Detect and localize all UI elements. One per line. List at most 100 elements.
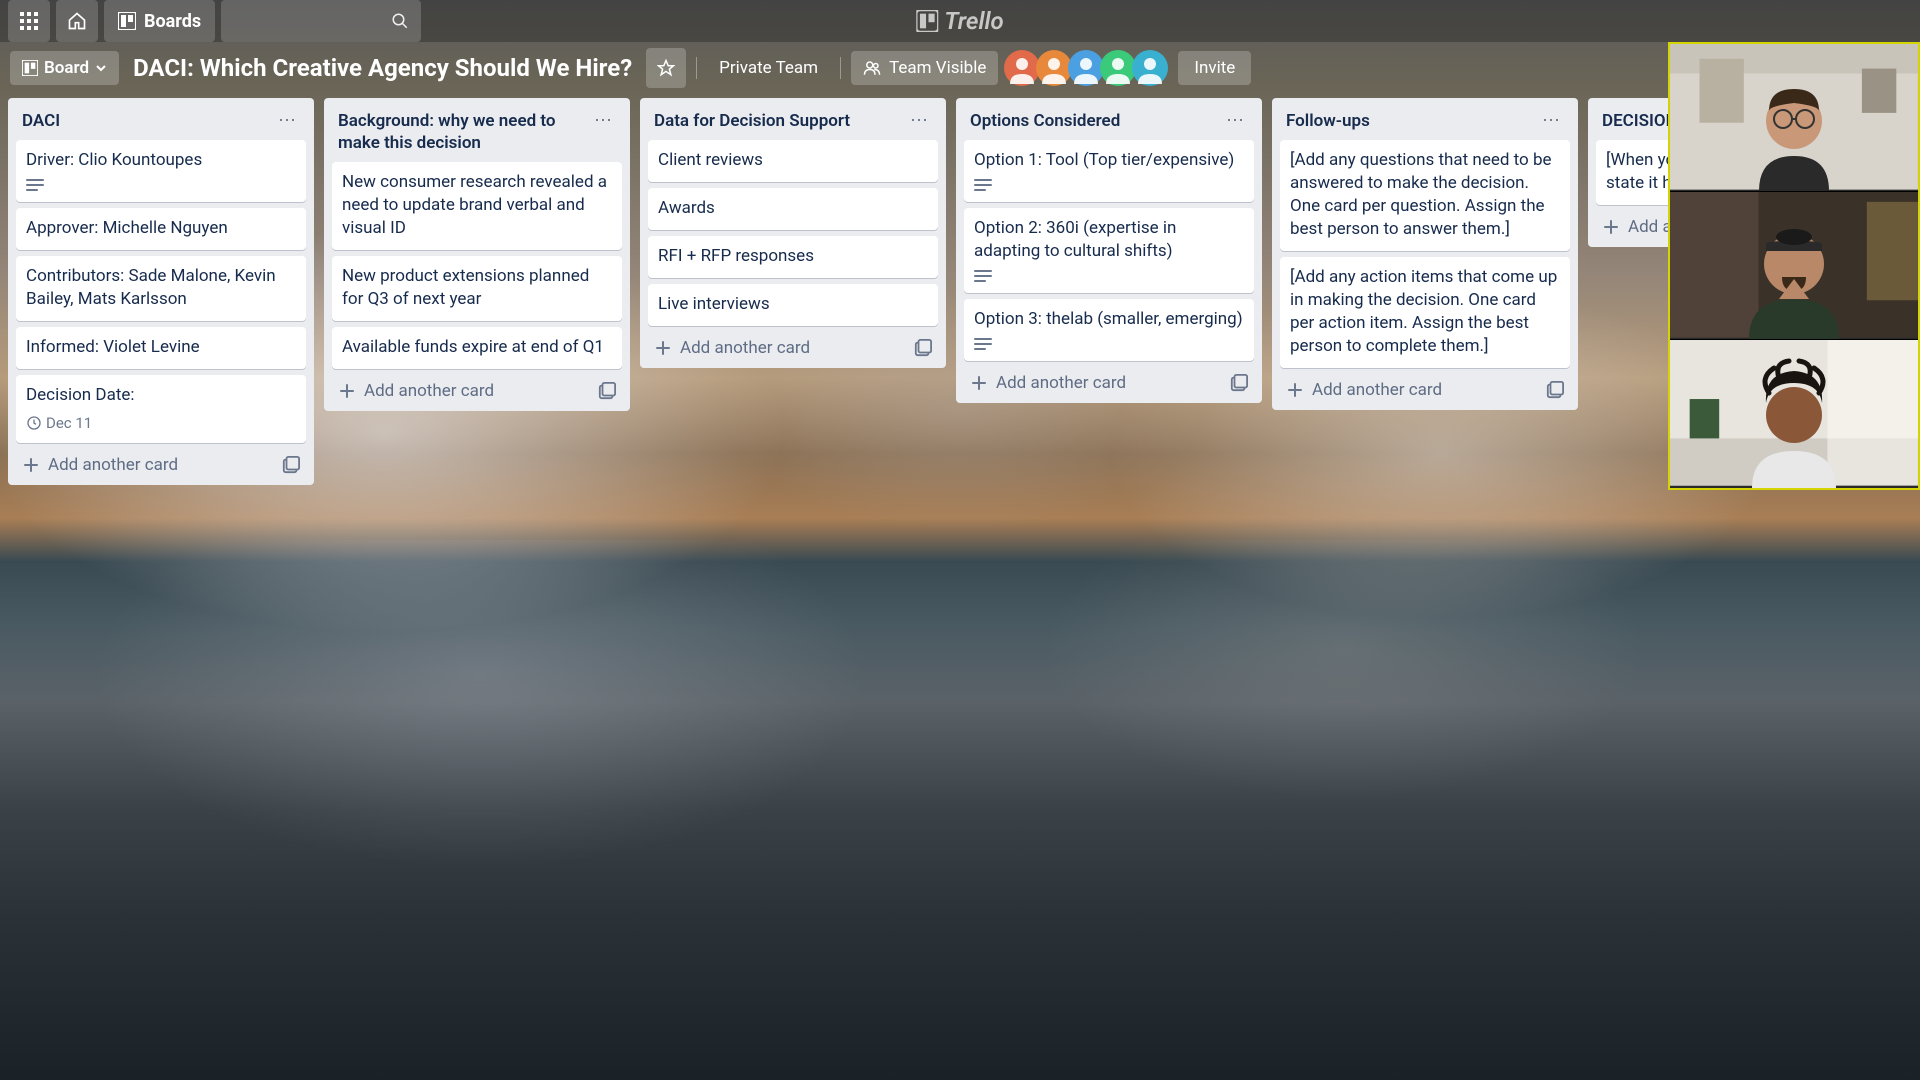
card[interactable]: Decision Date: Dec 11	[16, 375, 306, 443]
list-menu-button[interactable]: ⋯	[906, 110, 932, 132]
card-template-button[interactable]	[282, 456, 300, 474]
home-icon	[67, 11, 87, 31]
board-members[interactable]	[1008, 50, 1168, 86]
list: DACI ⋯ Driver: Clio Kountoupes Approver: Mi…	[8, 98, 314, 485]
list-menu-button[interactable]: ⋯	[590, 110, 616, 132]
card[interactable]: Option 3: thelab (smaller, emerging)	[964, 299, 1254, 361]
description-icon	[974, 178, 992, 192]
list-title[interactable]: Options Considered	[970, 110, 1120, 132]
card-text: [Add any action items that come up in ma…	[1290, 266, 1560, 358]
board-view-switcher[interactable]: Board	[10, 51, 119, 85]
video-tile[interactable]	[1670, 340, 1918, 488]
topbar: Boards Trello	[0, 0, 1920, 42]
list-title[interactable]: DECISION	[1602, 110, 1678, 132]
card-text: New consumer research revealed a need to…	[342, 171, 612, 240]
board-title[interactable]: DACI: Which Creative Agency Should We Hi…	[129, 54, 636, 82]
card[interactable]: Awards	[648, 188, 938, 230]
grid-icon	[20, 12, 38, 30]
list-title[interactable]: Data for Decision Support	[654, 110, 850, 132]
board-icon	[22, 60, 38, 76]
lists-container: DACI ⋯ Driver: Clio Kountoupes Approver: Mi…	[0, 94, 1920, 489]
list-menu-button[interactable]: ⋯	[274, 110, 300, 132]
avatar[interactable]	[1100, 50, 1136, 86]
card-text: Contributors: Sade Malone, Kevin Bailey,…	[26, 265, 296, 311]
list-menu-button[interactable]: ⋯	[1538, 110, 1564, 132]
list: Follow-ups ⋯ [Add any questions that need …	[1272, 98, 1578, 410]
divider	[840, 57, 841, 79]
list: Data for Decision Support ⋯ Client reviews…	[640, 98, 946, 368]
due-date-badge: Dec 11	[26, 413, 92, 433]
list-menu-button[interactable]: ⋯	[1222, 110, 1248, 132]
card[interactable]: [Add any action items that come up in ma…	[1280, 257, 1570, 368]
card-text: Approver: Michelle Nguyen	[26, 217, 296, 240]
card[interactable]: Live interviews	[648, 284, 938, 326]
add-card-button[interactable]: Add another card	[654, 338, 810, 358]
card-text: Awards	[658, 197, 928, 220]
card-template-button[interactable]	[1230, 374, 1248, 392]
participant	[1724, 353, 1864, 488]
card[interactable]: RFI + RFP responses	[648, 236, 938, 278]
privacy-label[interactable]: Private Team	[707, 51, 830, 85]
card-template-button[interactable]	[914, 339, 932, 357]
search-input[interactable]	[221, 0, 421, 42]
board-header: Board DACI: Which Creative Agency Should…	[0, 42, 1920, 94]
star-button[interactable]	[646, 48, 686, 88]
card[interactable]: New product extensions planned for Q3 of…	[332, 256, 622, 321]
avatar[interactable]	[1068, 50, 1104, 86]
chevron-down-icon	[95, 62, 107, 74]
card-text: Informed: Violet Levine	[26, 336, 296, 359]
description-icon	[974, 269, 992, 283]
add-card-button[interactable]: Add another card	[22, 455, 178, 475]
avatar[interactable]	[1132, 50, 1168, 86]
card-text: Option 2: 360i (expertise in adapting to…	[974, 217, 1244, 263]
card-text: Option 3: thelab (smaller, emerging)	[974, 308, 1244, 331]
add-card-button[interactable]: Add another card	[1286, 380, 1442, 400]
add-card-button[interactable]: Add another card	[338, 381, 494, 401]
card-text: Option 1: Tool (Top tier/expensive)	[974, 149, 1244, 172]
card[interactable]: Available funds expire at end of Q1	[332, 327, 622, 369]
card-text: New product extensions planned for Q3 of…	[342, 265, 612, 311]
trello-logo-icon	[916, 10, 938, 32]
avatar[interactable]	[1004, 50, 1040, 86]
list: Background: why we need to make this dec…	[324, 98, 630, 411]
card[interactable]: Approver: Michelle Nguyen	[16, 208, 306, 250]
star-icon	[657, 59, 675, 77]
card-template-button[interactable]	[1546, 381, 1564, 399]
card[interactable]: Option 2: 360i (expertise in adapting to…	[964, 208, 1254, 293]
card-text: RFI + RFP responses	[658, 245, 928, 268]
card[interactable]: Client reviews	[648, 140, 938, 182]
card[interactable]: Informed: Violet Levine	[16, 327, 306, 369]
card-text: Driver: Clio Kountoupes	[26, 149, 296, 172]
card-text: Decision Date:	[26, 384, 296, 407]
list-title[interactable]: Follow-ups	[1286, 110, 1370, 132]
apps-menu-button[interactable]	[8, 0, 50, 42]
description-icon	[974, 337, 992, 351]
visibility-button[interactable]: Team Visible	[851, 51, 998, 85]
card-text: [Add any questions that need to be answe…	[1290, 149, 1560, 241]
video-tile[interactable]	[1670, 44, 1918, 192]
boards-label: Boards	[144, 11, 201, 32]
invite-button[interactable]: Invite	[1178, 51, 1251, 85]
boards-button[interactable]: Boards	[104, 0, 215, 42]
card-template-button[interactable]	[598, 382, 616, 400]
video-call-overlay[interactable]	[1668, 42, 1920, 490]
brand-logo[interactable]: Trello	[916, 7, 1003, 35]
card-text: Live interviews	[658, 293, 928, 316]
card[interactable]: Contributors: Sade Malone, Kevin Bailey,…	[16, 256, 306, 321]
card[interactable]: [Add any questions that need to be answe…	[1280, 140, 1570, 251]
card-text: Client reviews	[658, 149, 928, 172]
video-tile[interactable]	[1670, 192, 1918, 340]
search-icon	[391, 12, 409, 30]
card[interactable]: Driver: Clio Kountoupes	[16, 140, 306, 202]
list-title[interactable]: DACI	[22, 110, 60, 132]
description-icon	[26, 178, 44, 192]
participant	[1729, 61, 1859, 191]
list: Options Considered ⋯ Option 1: Tool (Top t…	[956, 98, 1262, 403]
home-button[interactable]	[56, 0, 98, 42]
avatar[interactable]	[1036, 50, 1072, 86]
add-card-button[interactable]: Add another card	[970, 373, 1126, 393]
card[interactable]: Option 1: Tool (Top tier/expensive)	[964, 140, 1254, 202]
card[interactable]: New consumer research revealed a need to…	[332, 162, 622, 250]
board-icon	[118, 12, 136, 30]
list-title[interactable]: Background: why we need to make this dec…	[338, 110, 590, 154]
